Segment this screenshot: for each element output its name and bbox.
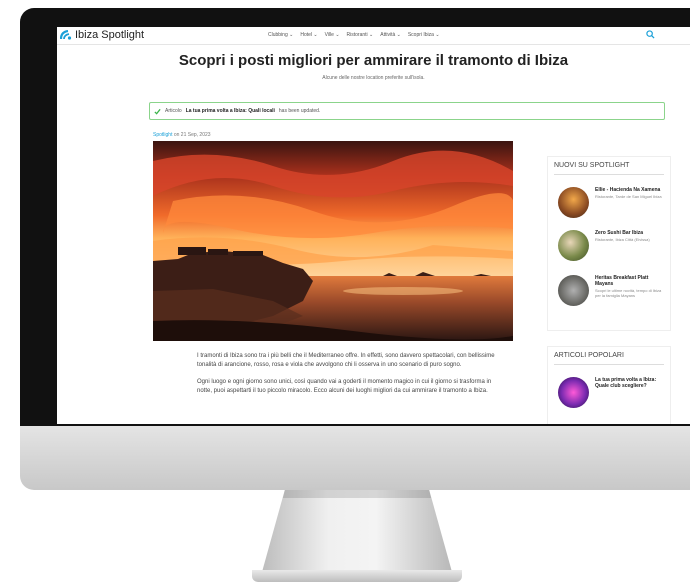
sidebar-item-meta: Scopri le ultime novità, tempo di Ibiza … — [595, 288, 662, 298]
search-icon[interactable] — [646, 30, 655, 39]
sidebar-heading: Nuovi su Spotlight — [554, 162, 664, 175]
venue-thumbnail — [558, 230, 589, 261]
update-notice: Articolo La tua prima volta a Ibiza: Qua… — [149, 102, 665, 120]
top-navbar: Ibiza Spotlight Clubbing ⌄ Hotel ⌄ Ville… — [57, 27, 690, 45]
sidebar-popular-articles: Articoli popolari La tua prima volta a I… — [548, 347, 670, 424]
monitor-chin — [20, 426, 690, 490]
main-menu: Clubbing ⌄ Hotel ⌄ Ville ⌄ Ristoranti ⌄ … — [268, 32, 440, 38]
notice-prefix: Articolo — [165, 108, 182, 114]
sidebar-new-on-spotlight: Nuovi su Spotlight Ellie - Hacienda Na X… — [548, 157, 670, 330]
site-logo[interactable]: Ibiza Spotlight — [60, 29, 144, 41]
website-screen: Ibiza Spotlight Clubbing ⌄ Hotel ⌄ Ville… — [57, 27, 690, 424]
notice-article-link[interactable]: La tua prima volta a Ibiza: Quali locali — [186, 108, 275, 114]
monitor-stand — [262, 490, 452, 572]
publish-date: on 21 Sep, 2023 — [173, 132, 211, 138]
check-icon — [154, 108, 161, 115]
sidebar-item[interactable]: La tua prima volta a Ibiza: Quale club s… — [558, 377, 670, 408]
sidebar-item-meta: Ristorante, Ibiza Città (Eivissa) — [595, 237, 650, 242]
venue-thumbnail — [558, 275, 589, 306]
menu-item-scopri-ibiza[interactable]: Scopri Ibiza ⌄ — [408, 32, 440, 38]
spotlight-logo-icon — [60, 30, 72, 40]
page-title: Scopri i posti migliori per ammirare il … — [178, 52, 569, 69]
sidebar-item[interactable]: Heritas Breakfast Platt Mayans Scopri le… — [558, 275, 670, 306]
article-paragraph: Ogni luogo e ogni giorno sono unici, cos… — [197, 379, 492, 394]
venue-thumbnail — [558, 187, 589, 218]
monitor-stand-shadow — [282, 490, 432, 498]
sidebar-item-name: Zero Sushi Bar Ibiza — [595, 230, 644, 236]
article-byline: Spotlight on 21 Sep, 2023 — [153, 132, 211, 138]
sidebar-heading: Articoli popolari — [554, 352, 664, 365]
menu-item-attivita[interactable]: Attività ⌄ — [380, 32, 401, 38]
sidebar-item-meta: Ristorante, Tarde de San Miguel Ibiza — [595, 194, 662, 199]
sidebar-item[interactable]: Zero Sushi Bar Ibiza Ristorante, Ibiza C… — [558, 230, 670, 261]
notice-suffix: has been updated. — [278, 108, 321, 114]
menu-item-ristoranti[interactable]: Ristoranti ⌄ — [347, 32, 374, 38]
sidebar-item-name: Heritas Breakfast Platt Mayans — [595, 275, 649, 287]
menu-item-clubbing[interactable]: Clubbing ⌄ — [268, 32, 293, 38]
sidebar-item-name: Ellie - Hacienda Na Xamena — [595, 187, 661, 193]
sidebar-item[interactable]: Ellie - Hacienda Na Xamena Ristorante, T… — [558, 187, 670, 218]
menu-item-hotel[interactable]: Hotel ⌄ — [300, 32, 317, 38]
article-paragraph: I tramonti di Ibiza sono tra i più belli… — [197, 353, 495, 368]
page-subtitle: Alcune delle nostre location preferite s… — [322, 75, 425, 81]
article-body: I tramonti di Ibiza sono tra i più belli… — [197, 352, 507, 404]
sidebar-item-name: La tua prima volta a Ibiza: Quale club s… — [595, 377, 657, 389]
sunset-hero-image — [153, 141, 513, 341]
site-logo-text: Ibiza Spotlight — [75, 29, 145, 41]
menu-item-ville[interactable]: Ville ⌄ — [325, 32, 340, 38]
author-link[interactable]: Spotlight — [153, 132, 172, 138]
monitor-base — [252, 570, 462, 582]
article-thumbnail — [558, 377, 589, 408]
